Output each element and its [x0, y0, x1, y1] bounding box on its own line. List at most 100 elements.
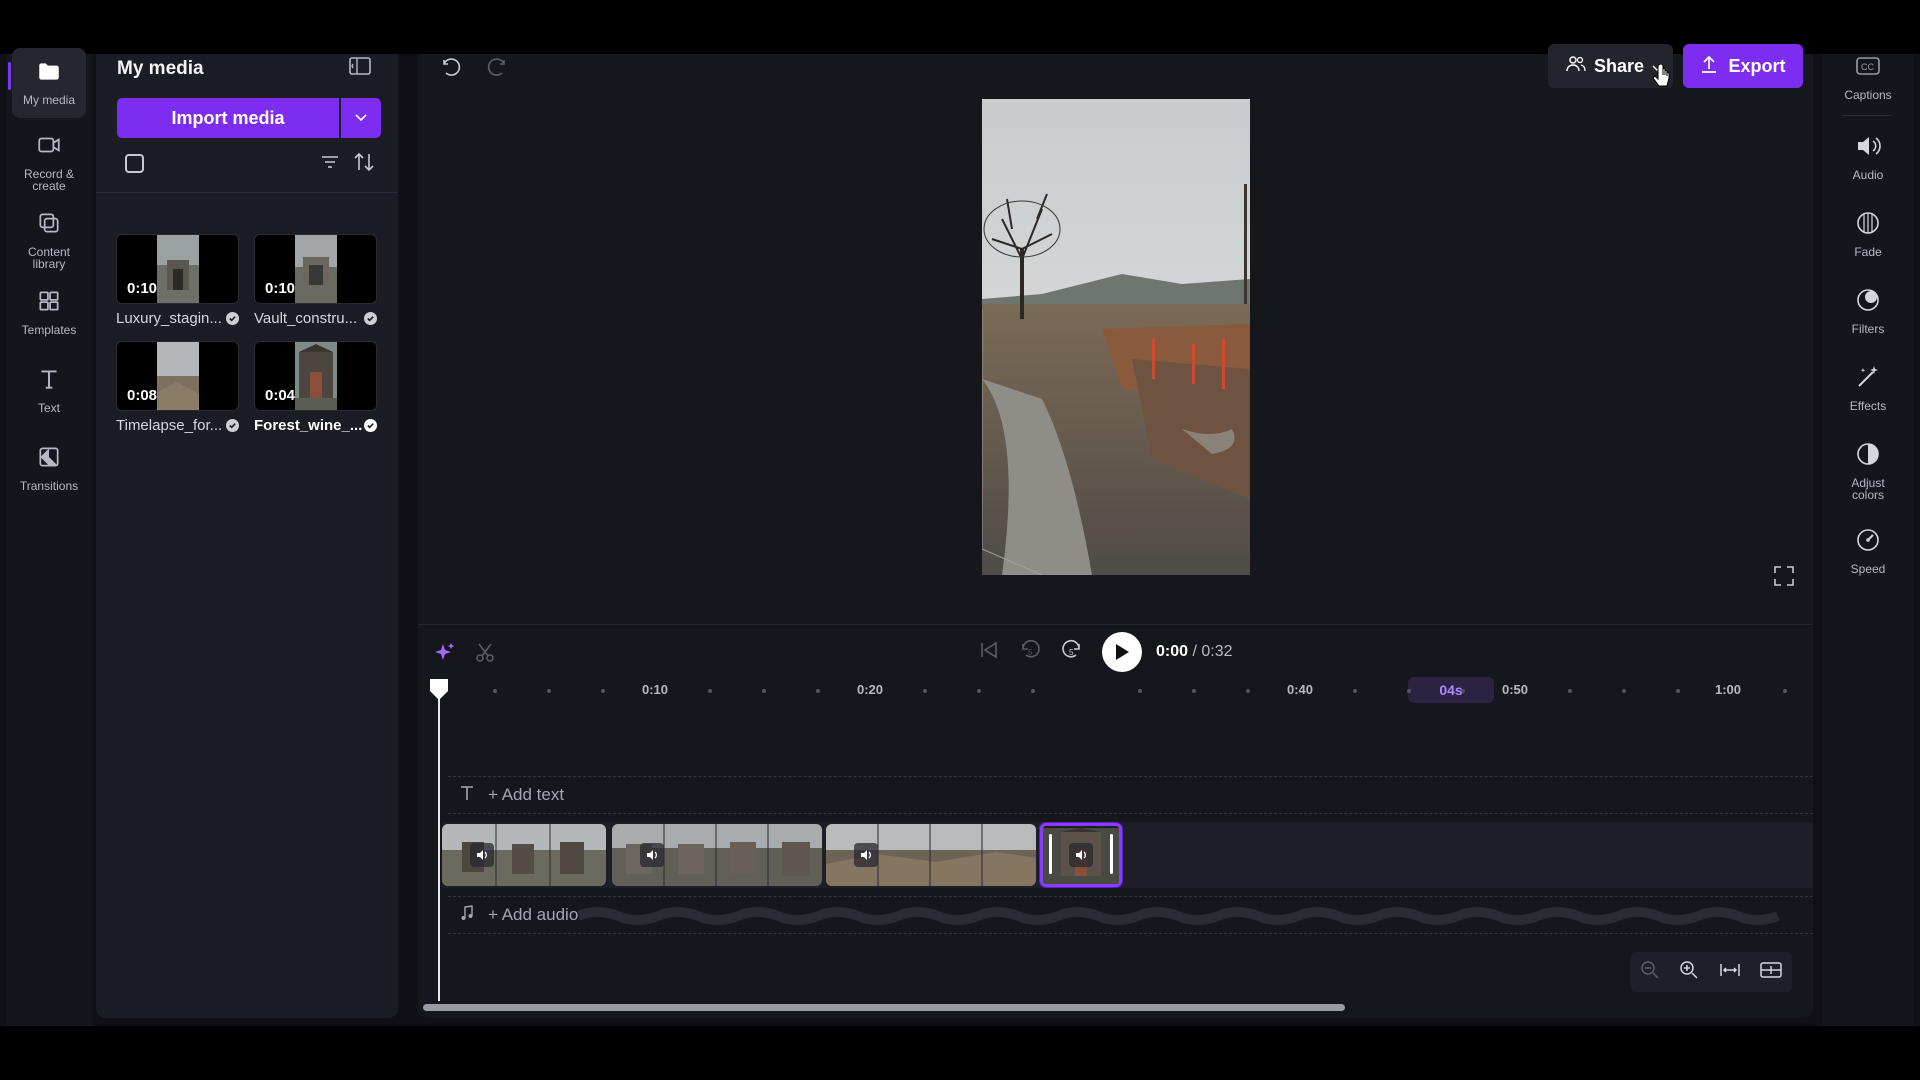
undo-icon[interactable]: [440, 56, 464, 85]
speaker-icon[interactable]: [640, 843, 664, 867]
media-name: Luxury_stagin...: [116, 310, 239, 327]
nav-transitions[interactable]: Transitions: [12, 434, 86, 504]
current-time: 0:00: [1156, 643, 1189, 660]
media-item[interactable]: 0:10 Luxury_stagin...: [116, 234, 239, 327]
sort-icon[interactable]: [352, 150, 376, 179]
media-name-text: Forest_wine_...: [254, 417, 363, 434]
ruler-tick: [1676, 689, 1680, 693]
trim-handle-right[interactable]: [1110, 834, 1113, 874]
sparkle-icon[interactable]: [434, 641, 456, 668]
ruler-label: 0:40: [1286, 682, 1314, 697]
speaker-icon[interactable]: [1069, 843, 1093, 867]
ruler-tick: [1568, 689, 1572, 693]
prop-fade[interactable]: Fade: [1828, 205, 1908, 275]
redo-icon[interactable]: [484, 56, 508, 85]
prop-label: Filters: [1851, 322, 1885, 336]
nav-label: Record & create: [23, 167, 75, 193]
fit-to-width-icon[interactable]: [1719, 961, 1741, 984]
props-separator: [1842, 115, 1892, 116]
nav-my-media[interactable]: My media: [8, 48, 86, 118]
properties-rail: CC Captions Audio Fade Filters Effects A…: [1822, 54, 1914, 1026]
panel-title: My media: [117, 58, 204, 79]
people-icon: [1566, 55, 1586, 78]
editor-area: Share Export 5 5 0:00 / 0:32 0:10 0:20 0…: [418, 44, 1813, 1018]
prop-filters[interactable]: Filters: [1828, 282, 1908, 352]
ruler-tick: [816, 689, 820, 693]
zoom-out-icon[interactable]: [1640, 960, 1660, 985]
media-panel: My media Import media 0:10 Luxury_stagin…: [96, 54, 398, 1018]
text-track[interactable]: + Add text: [448, 776, 1813, 814]
transitions-icon: [36, 444, 62, 475]
skip-back-icon[interactable]: [978, 639, 1000, 666]
svg-text:5: 5: [1069, 648, 1074, 657]
import-media-button[interactable]: Import media: [117, 98, 339, 138]
nav-record-create[interactable]: Record & create: [12, 122, 86, 192]
collapse-panel-button[interactable]: [346, 56, 374, 80]
nav-content-library[interactable]: Content library: [12, 200, 86, 270]
nav-text[interactable]: Text: [12, 356, 86, 426]
export-button[interactable]: Export: [1683, 44, 1803, 88]
speaker-icon: [1854, 132, 1882, 165]
ruler-tick: [708, 689, 712, 693]
ruler-label: 1:00: [1714, 682, 1742, 697]
chevron-down-icon: [355, 109, 367, 127]
rewind-5-icon[interactable]: 5: [1018, 638, 1042, 667]
forward-5-icon[interactable]: 5: [1060, 638, 1084, 667]
zoom-in-icon[interactable]: [1679, 960, 1699, 985]
playhead-handle[interactable]: [428, 677, 450, 701]
templates-icon: [36, 288, 62, 319]
media-thumbnail: 0:04: [254, 341, 377, 411]
thumbnail-image: [157, 342, 199, 410]
ruler-tick: [601, 689, 605, 693]
media-item[interactable]: 0:04 Forest_wine_...: [254, 341, 377, 434]
media-name-text: Timelapse_for...: [116, 417, 223, 434]
video-preview[interactable]: [982, 99, 1250, 575]
video-clip[interactable]: [442, 824, 606, 886]
prop-captions[interactable]: CC Captions: [1828, 48, 1908, 118]
ruler-tick: [1138, 689, 1142, 693]
import-dropdown-button[interactable]: [341, 98, 381, 138]
selected-video-clip[interactable]: [1040, 823, 1122, 887]
prop-speed[interactable]: Speed: [1828, 522, 1908, 592]
video-track: [442, 822, 1813, 888]
play-button[interactable]: [1102, 632, 1142, 672]
prop-adjust-colors[interactable]: Adjust colors: [1828, 436, 1908, 506]
media-item[interactable]: 0:08 Timelapse_for...: [116, 341, 239, 434]
speaker-icon[interactable]: [854, 843, 878, 867]
video-clip[interactable]: [612, 824, 822, 886]
add-audio-label: + Add audio: [488, 905, 579, 924]
prop-label: Audio: [1852, 168, 1884, 182]
transport-controls: 5 5 0:00 / 0:32: [978, 632, 1233, 672]
clip-thumbnails: [442, 824, 606, 886]
prop-audio[interactable]: Audio: [1828, 128, 1908, 198]
media-duration: 0:10: [265, 280, 296, 297]
ruler-tick: [1246, 689, 1250, 693]
panel-divider: [96, 192, 398, 193]
select-all-checkbox[interactable]: [125, 154, 144, 173]
svg-text:CC: CC: [1861, 62, 1874, 72]
fullscreen-icon[interactable]: [1773, 565, 1795, 592]
media-thumbnail: 0:10: [116, 234, 239, 304]
nav-templates[interactable]: Templates: [12, 278, 86, 348]
media-duration: 0:04: [265, 387, 296, 404]
ruler-tick: [1461, 689, 1465, 693]
scissors-icon[interactable]: [474, 641, 496, 668]
audio-track[interactable]: + Add audio: [448, 896, 1813, 934]
prop-effects[interactable]: Effects: [1828, 359, 1908, 429]
timeline-ruler[interactable]: 0:10 0:20 04s 0:40 0:50 1:00: [418, 676, 1813, 706]
prop-label: Speed: [1850, 562, 1886, 576]
filter-icon[interactable]: [320, 152, 340, 177]
timeline-scrollbar[interactable]: [423, 1004, 1345, 1011]
expand-timeline-icon[interactable]: [1760, 961, 1782, 984]
video-clip[interactable]: [826, 824, 1036, 886]
svg-text:5: 5: [1028, 648, 1033, 657]
library-icon: [36, 210, 62, 241]
trim-handle-left[interactable]: [1049, 834, 1052, 874]
prop-label: Fade: [1854, 245, 1882, 259]
ruler-label: 0:50: [1501, 682, 1529, 697]
ruler-tick: [1353, 689, 1357, 693]
folder-icon: [36, 58, 62, 89]
media-item[interactable]: 0:10 Vault_constru...: [254, 234, 377, 327]
speaker-icon[interactable]: [470, 843, 494, 867]
ruler-tick: [977, 689, 981, 693]
